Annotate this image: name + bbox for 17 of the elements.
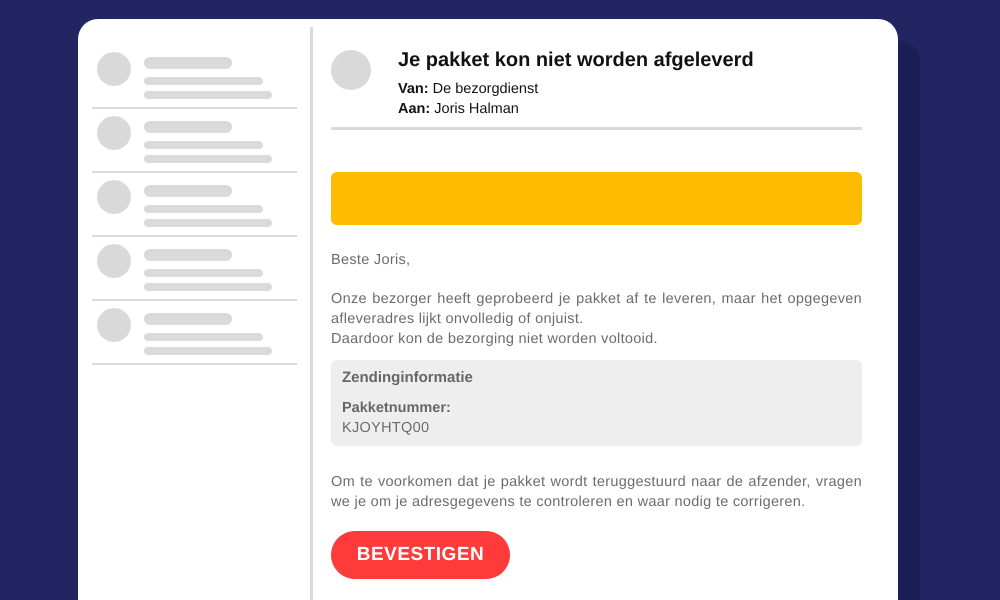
confirm-button[interactable]: BEVESTIGEN (331, 531, 510, 579)
email-subject: Je pakket kon niet worden afgeleverd (398, 48, 754, 72)
recipient-line: Aan: Joris Halman (398, 100, 519, 119)
avatar-placeholder (97, 52, 131, 86)
field-label: Pakketnummer: (342, 399, 451, 418)
avatar-placeholder (97, 244, 131, 278)
body-paragraph: Daardoor kon de bezorging niet worden voltooid. (331, 330, 659, 349)
avatar-placeholder (97, 116, 131, 150)
body-paragraph: Om te voorkomen dat je pakket wordt teruggestuurd naar de afzender, vragen we je om je adresgegevens te controleren en waar nodig te corrigeren. (331, 473, 862, 512)
avatar-placeholder (97, 180, 131, 214)
field-value: KJOYHTQ00 (342, 419, 430, 438)
info-title: Zendinginformatie (342, 368, 473, 388)
avatar-placeholder (331, 50, 371, 90)
body-paragraph: Onze bezorger heeft geprobeerd je pakket af te leveren, maar het opgegeven afleveradres lijkt onvolledig of onjuist. (331, 290, 862, 329)
avatar-placeholder (97, 308, 131, 342)
greeting-text: Beste Joris, (331, 251, 412, 270)
sender-line: Van: De bezorgdienst (398, 80, 538, 99)
